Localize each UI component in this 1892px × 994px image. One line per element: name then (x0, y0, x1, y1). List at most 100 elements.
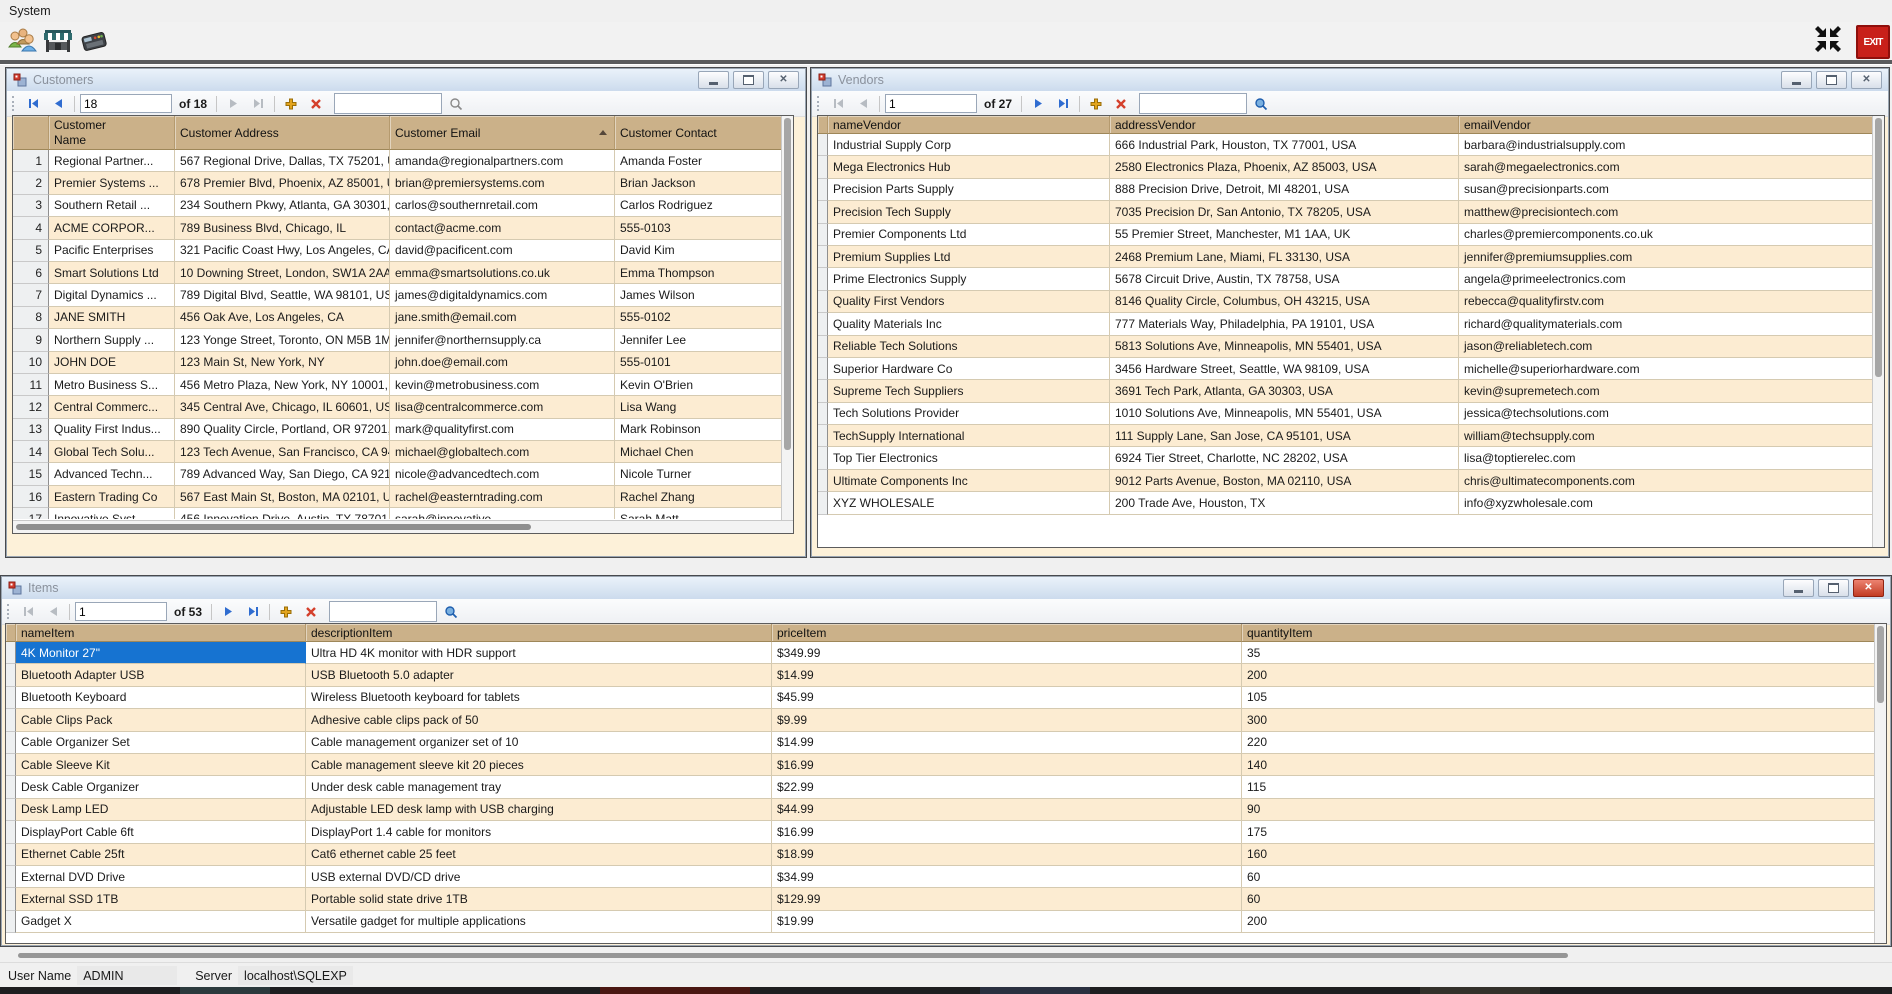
row-number-cell[interactable]: 16 (13, 486, 49, 508)
row-header-cell[interactable] (818, 134, 828, 156)
table-row[interactable]: Premier Components Ltd55 Premier Street,… (818, 224, 1884, 246)
delete-button[interactable] (305, 94, 327, 114)
row-header-cell[interactable] (818, 403, 828, 425)
grid-cell[interactable]: carlos@southernretail.com (390, 195, 615, 217)
grid-cell[interactable]: Premier Systems ... (49, 172, 175, 194)
search-input[interactable] (334, 93, 442, 114)
table-row[interactable]: 12Central Commerc...345 Central Ave, Chi… (13, 396, 793, 418)
row-number-cell[interactable]: 2 (13, 172, 49, 194)
table-row[interactable]: Desk Cable OrganizerUnder desk cable man… (6, 776, 1886, 798)
table-row[interactable]: Premium Supplies Ltd2468 Premium Lane, M… (818, 246, 1884, 268)
minimize-button[interactable] (698, 71, 729, 89)
grid-cell[interactable]: 200 Trade Ave, Houston, TX (1110, 492, 1459, 514)
vertical-scrollbar[interactable] (1872, 116, 1884, 547)
grid-cell[interactable]: 321 Pacific Coast Hwy, Los Angeles, CA .… (175, 240, 390, 262)
grid-cell[interactable]: 123 Main St, New York, NY (175, 352, 390, 374)
grid-cell[interactable]: 2580 Electronics Plaza, Phoenix, AZ 8500… (1110, 156, 1459, 178)
maximize-button[interactable] (733, 71, 764, 89)
row-number-cell[interactable]: 14 (13, 441, 49, 463)
grid-cell[interactable]: john.doe@email.com (390, 352, 615, 374)
row-header-cell[interactable] (6, 821, 16, 843)
grid-cell[interactable]: External DVD Drive (16, 866, 306, 888)
grid-cell[interactable]: 777 Materials Way, Philadelphia, PA 1910… (1110, 313, 1459, 335)
row-number-cell[interactable]: 10 (13, 352, 49, 374)
grid-cell[interactable]: $34.99 (772, 866, 1242, 888)
add-new-button[interactable] (275, 602, 297, 622)
grid-cell[interactable]: 555-0102 (615, 307, 793, 329)
grid-cell[interactable]: Superior Hardware Co (828, 358, 1110, 380)
grid-cell[interactable]: Emma Thompson (615, 262, 793, 284)
search-input[interactable] (1139, 93, 1247, 114)
grid-cell[interactable]: richard@qualitymaterials.com (1459, 313, 1884, 335)
grid-corner-cell[interactable] (13, 116, 49, 150)
row-header-cell[interactable] (818, 224, 828, 246)
row-header-cell[interactable] (6, 844, 16, 866)
vendors-titlebar[interactable]: Vendors ✕ (812, 69, 1888, 92)
row-header-cell[interactable] (818, 291, 828, 313)
move-last-button[interactable] (247, 94, 269, 114)
table-row[interactable]: Superior Hardware Co3456 Hardware Street… (818, 358, 1884, 380)
grid-cell[interactable]: jessica@techsolutions.com (1459, 403, 1884, 425)
table-row[interactable]: TechSupply International111 Supply Lane,… (818, 425, 1884, 447)
grid-cell[interactable]: Adjustable LED desk lamp with USB chargi… (306, 799, 772, 821)
table-row[interactable]: Precision Parts Supply888 Precision Driv… (818, 179, 1884, 201)
row-header-cell[interactable] (6, 776, 16, 798)
grid-cell[interactable]: $14.99 (772, 732, 1242, 754)
row-number-cell[interactable]: 1 (13, 150, 49, 172)
grid-cell[interactable]: Versatile gadget for multiple applicatio… (306, 911, 772, 933)
row-number-cell[interactable]: 4 (13, 217, 49, 239)
vertical-scrollbar[interactable] (1874, 624, 1886, 943)
menu-system[interactable]: System (0, 4, 60, 18)
grid-cell[interactable]: Reliable Tech Solutions (828, 336, 1110, 358)
table-row[interactable]: Bluetooth Adapter USBUSB Bluetooth 5.0 a… (6, 664, 1886, 686)
row-header-cell[interactable] (818, 313, 828, 335)
table-row[interactable]: Quality Materials Inc777 Materials Way, … (818, 313, 1884, 335)
grid-cell[interactable]: 2468 Premium Lane, Miami, FL 33130, USA (1110, 246, 1459, 268)
grid-cell[interactable]: DisplayPort Cable 6ft (16, 821, 306, 843)
search-button[interactable] (440, 602, 462, 622)
table-row[interactable]: External DVD DriveUSB external DVD/CD dr… (6, 866, 1886, 888)
grid-cell[interactable]: 123 Yonge Street, Toronto, ON M5B 1M... (175, 329, 390, 351)
grid-cell[interactable]: emma@smartsolutions.co.uk (390, 262, 615, 284)
row-number-cell[interactable]: 8 (13, 307, 49, 329)
row-number-cell[interactable]: 15 (13, 463, 49, 485)
table-row[interactable]: Desk Lamp LEDAdjustable LED desk lamp wi… (6, 799, 1886, 821)
grid-cell[interactable]: Advanced Techn... (49, 463, 175, 485)
grid-cell[interactable]: 456 Innovation Drive, Austin, TX 78701..… (175, 508, 390, 519)
grid-cell[interactable]: 7035 Precision Dr, San Antonio, TX 78205… (1110, 201, 1459, 223)
grid-cell[interactable]: Quality First Indus... (49, 419, 175, 441)
grid-cell[interactable]: Under desk cable management tray (306, 776, 772, 798)
column-header-namevendor[interactable]: nameVendor (828, 116, 1110, 134)
grid-cell[interactable]: Ultimate Components Inc (828, 470, 1110, 492)
grid-cell[interactable]: mark@qualityfirst.com (390, 419, 615, 441)
grid-cell[interactable]: rachel@easterntrading.com (390, 486, 615, 508)
grid-cell[interactable]: David Kim (615, 240, 793, 262)
grid-cell[interactable]: 90 (1242, 799, 1886, 821)
grid-cell[interactable]: kevin@supremetech.com (1459, 380, 1884, 402)
row-header-cell[interactable] (6, 732, 16, 754)
grid-cell[interactable]: william@techsupply.com (1459, 425, 1884, 447)
grid-cell[interactable]: michelle@superiorhardware.com (1459, 358, 1884, 380)
table-row[interactable]: Cable Clips PackAdhesive cable clips pac… (6, 709, 1886, 731)
search-button[interactable] (445, 94, 467, 114)
toolbar-grip[interactable] (7, 604, 12, 619)
grid-cell[interactable]: Southern Retail ... (49, 195, 175, 217)
row-header-cell[interactable] (818, 447, 828, 469)
column-header-nameitem[interactable]: nameItem (16, 624, 306, 642)
grid-cell[interactable]: jennifer@northernsupply.ca (390, 329, 615, 351)
grid-cell[interactable]: info@xyzwholesale.com (1459, 492, 1884, 514)
grid-cell[interactable]: 160 (1242, 844, 1886, 866)
grid-cell[interactable]: Cable management organizer set of 10 (306, 732, 772, 754)
row-header-cell[interactable] (818, 380, 828, 402)
grid-cell[interactable]: 6924 Tier Street, Charlotte, NC 28202, U… (1110, 447, 1459, 469)
grid-cell[interactable]: $9.99 (772, 709, 1242, 731)
grid-cell[interactable]: 8146 Quality Circle, Columbus, OH 43215,… (1110, 291, 1459, 313)
table-row[interactable]: Supreme Tech Suppliers3691 Tech Park, At… (818, 380, 1884, 402)
grid-cell[interactable]: 890 Quality Circle, Portland, OR 97201, … (175, 419, 390, 441)
grid-cell[interactable]: chris@ultimatecomponents.com (1459, 470, 1884, 492)
grid-cell[interactable]: amanda@regionalpartners.com (390, 150, 615, 172)
grid-cell[interactable]: USB external DVD/CD drive (306, 866, 772, 888)
collapse-windows-button[interactable] (1812, 24, 1844, 54)
delete-button[interactable] (300, 602, 322, 622)
grid-cell[interactable]: jane.smith@email.com (390, 307, 615, 329)
